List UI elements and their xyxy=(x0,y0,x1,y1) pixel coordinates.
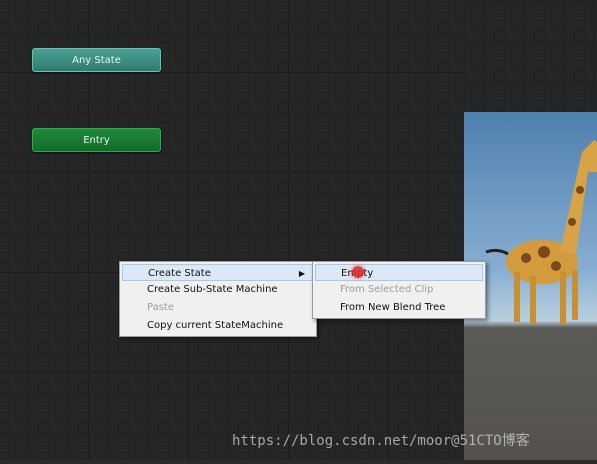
graph-context-menu: Create State ▶ Create Sub-State Machine … xyxy=(119,261,317,337)
watermark-text: https://blog.csdn.net/moor@51CTO博客 xyxy=(232,433,530,449)
menu-item-label: Copy current StateMachine xyxy=(147,320,284,331)
submenu-item-from-new-blend-tree[interactable]: From New Blend Tree xyxy=(313,299,485,316)
menu-item-label: From Selected Clip xyxy=(340,284,434,295)
animator-graph-canvas-edge xyxy=(464,0,597,112)
any-state-label: Any State xyxy=(72,54,121,66)
any-state-node[interactable]: Any State xyxy=(32,48,161,72)
create-state-submenu: Empty From Selected Clip From New Blend … xyxy=(312,261,486,319)
menu-item-label: Create Sub-State Machine xyxy=(147,284,278,295)
menu-item-create-sub-state-machine[interactable]: Create Sub-State Machine xyxy=(120,281,316,298)
triangle-right-icon: ▶ xyxy=(298,269,305,278)
menu-item-label: From New Blend Tree xyxy=(340,302,446,313)
entry-label: Entry xyxy=(83,134,110,146)
menu-item-label: Paste xyxy=(147,302,174,313)
submenu-item-empty[interactable]: Empty xyxy=(315,264,483,281)
menu-item-paste: Paste xyxy=(120,299,316,316)
menu-item-label: Create State xyxy=(148,268,211,279)
mouse-cursor-icon xyxy=(352,266,364,278)
submenu-item-from-selected-clip: From Selected Clip xyxy=(313,281,485,298)
menu-item-create-state[interactable]: Create State ▶ xyxy=(122,264,314,281)
menu-item-copy-state-machine[interactable]: Copy current StateMachine xyxy=(120,317,316,334)
entry-node[interactable]: Entry xyxy=(32,128,161,152)
